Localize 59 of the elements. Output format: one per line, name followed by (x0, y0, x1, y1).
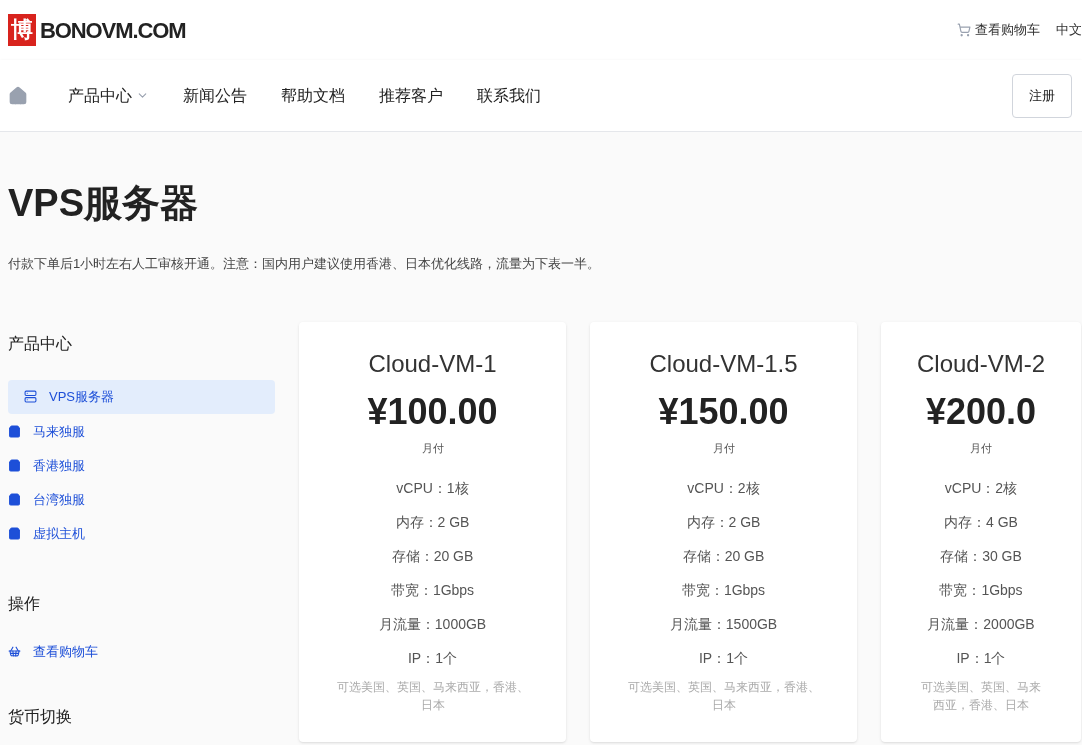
page-title: VPS服务器 (8, 184, 200, 222)
location-note: 可选美国、英国、马来西亚，香港、日本 (626, 679, 821, 714)
nav-link[interactable]: 帮助文档 (281, 83, 345, 108)
bag-icon (8, 459, 21, 472)
sidebar-heading: 操作 (8, 593, 41, 614)
language-link[interactable]: 中文 (1056, 20, 1082, 40)
cart-link[interactable]: 查看购物车 (8, 641, 275, 661)
spec-text: 内存：2 GB (395, 513, 470, 532)
page-description: 付款下单后1小时左右人工审核开通。注意：国内用户建议使用香港、日本优化线路，流量为下表一半。 (8, 255, 602, 273)
spec-text: 内存：2 GB (686, 513, 761, 532)
spec-text: 带宽：1Gbps (939, 581, 1023, 600)
spec-text: IP：1个 (699, 649, 748, 668)
product-price: ¥200.0 (925, 393, 1037, 430)
sidebar-heading: 产品中心 (8, 333, 73, 354)
spec-text: 带宽：1Gbps (681, 581, 766, 600)
billing-cycle: 月付 (712, 440, 735, 456)
category-item[interactable]: 香港独服 (8, 449, 275, 482)
bag-icon (8, 425, 21, 438)
sidebar-heading: 货币切换 (8, 707, 73, 727)
spec-text: vCPU：2核 (687, 479, 760, 498)
location-note: 可选美国、英国、马来西亚，香港、日本 (335, 679, 530, 714)
location-note: 可选美国、英国、马来西亚，香港、日本 (920, 679, 1042, 714)
spec-text: 月流量：1000GB (378, 615, 487, 634)
spec-text: 存储：20 GB (682, 547, 765, 566)
cart-icon (957, 23, 971, 37)
spec-text: 带宽：1Gbps (390, 581, 475, 600)
register-button[interactable]: 注册 (1012, 73, 1072, 118)
nav-link[interactable]: 联系我们 (477, 83, 541, 108)
category-item[interactable]: VPS服务器 (8, 379, 275, 414)
spec-text: IP：1个 (956, 649, 1006, 668)
spec-text: vCPU：1核 (396, 479, 469, 498)
spec-text: 存储：30 GB (940, 547, 1022, 566)
cart-link[interactable]: 查看购物车 (957, 20, 1040, 40)
product-price: ¥100.00 (367, 393, 498, 430)
basket-icon (8, 644, 21, 658)
product-name: Cloud-VM-1.5 (649, 348, 798, 379)
spec-text: 内存：4 GB (944, 513, 1018, 532)
category-item[interactable]: 马来独服 (8, 415, 275, 448)
spec-text: IP：1个 (408, 649, 457, 668)
billing-cycle: 月付 (970, 440, 992, 456)
home-icon[interactable] (8, 85, 28, 106)
bag-icon (8, 527, 21, 540)
logo-mark: 博 (8, 14, 36, 46)
product-price: ¥150.00 (658, 393, 789, 430)
spec-text: 存储：20 GB (391, 547, 474, 566)
spec-text: 月流量：1500GB (669, 615, 778, 634)
spec-text: 月流量：2000GB (927, 615, 1035, 634)
spec-text: vCPU：2核 (944, 479, 1018, 498)
nav-link[interactable]: 新闻公告 (183, 83, 247, 108)
billing-cycle: 月付 (421, 440, 444, 456)
bag-icon (8, 493, 21, 506)
product-name: Cloud-VM-1 (368, 348, 497, 379)
server-icon (24, 390, 37, 403)
nav-link[interactable]: 推荐客户 (379, 83, 443, 108)
category-item[interactable]: 虚拟主机 (8, 517, 275, 550)
logo-text: BONOVM.COM (40, 16, 186, 45)
product-name: Cloud-VM-2 (916, 348, 1045, 379)
category-item[interactable]: 台湾独服 (8, 483, 275, 516)
nav-link[interactable]: 产品中心 (68, 83, 149, 108)
